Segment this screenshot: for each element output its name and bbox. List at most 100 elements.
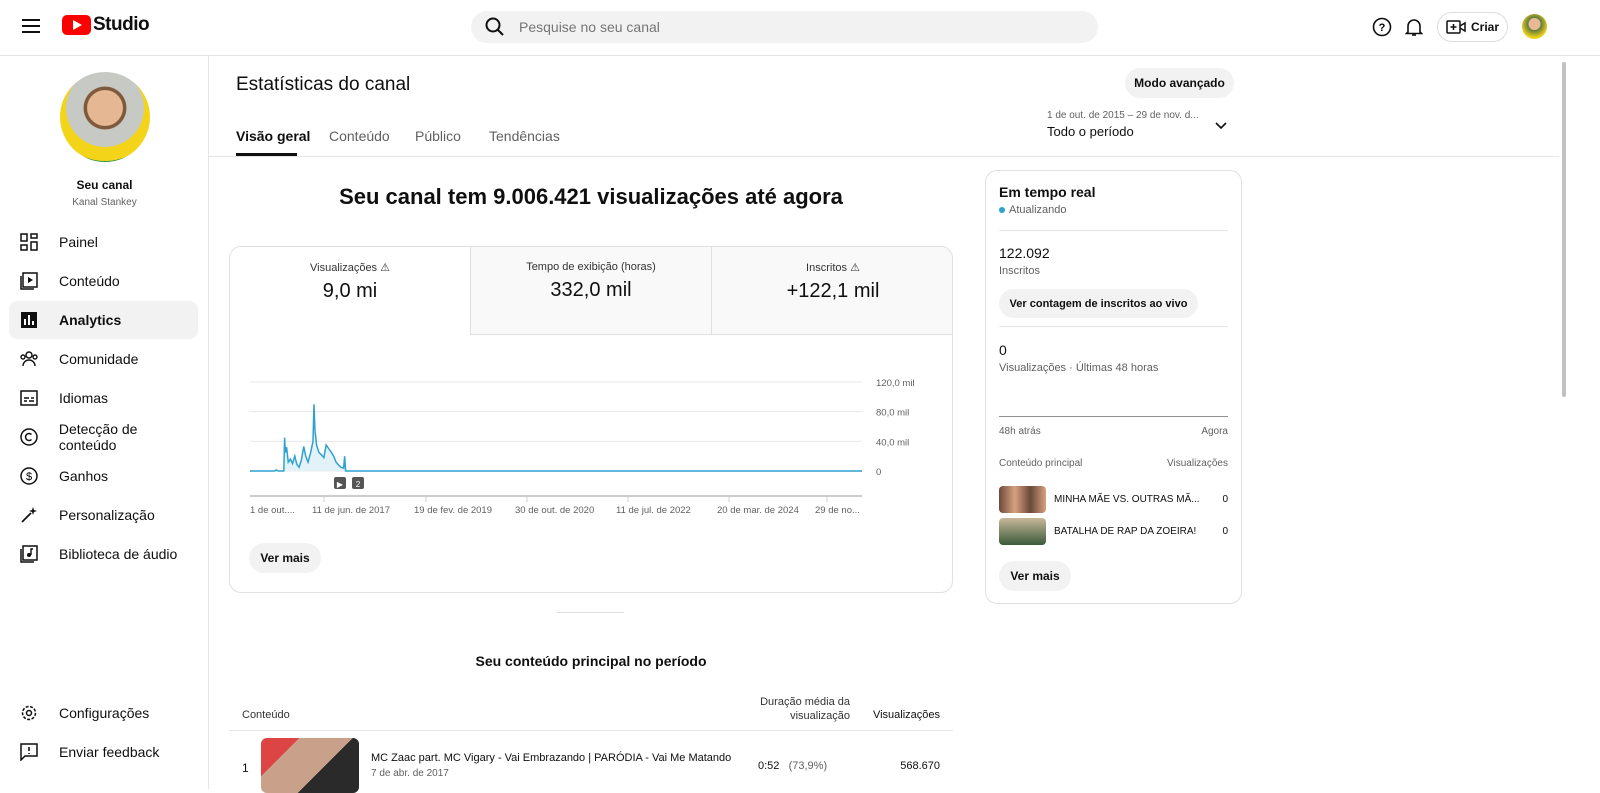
video-views: 0 [1222,494,1228,505]
account-avatar[interactable] [1522,14,1547,39]
video-camera-plus-icon [1446,20,1466,34]
scrollbar-thumb[interactable] [1562,62,1566,397]
realtime-item[interactable]: MINHA MÃE VS. OUTRAS MÃ... 0 [999,486,1228,514]
sidebar-item-comunidade[interactable]: Comunidade [9,340,198,378]
studio-logo[interactable]: Studio [62,14,150,36]
subtitles-icon [19,388,39,408]
sidebar-item-personalizacao[interactable]: Personalização [9,496,198,534]
notifications-bell-icon[interactable] [1405,17,1423,37]
top-bar: Studio ? Criar [0,0,1600,56]
period-text: Todo o período [1047,124,1134,139]
tab-tendencias[interactable]: Tendências [489,128,560,144]
x-tick-label: 11 de jun. de 2017 [312,505,390,516]
realtime-title: Em tempo real [999,184,1096,200]
column-header-views[interactable]: Visualizações [870,709,940,721]
channel-avatar[interactable] [60,72,150,162]
views-area [250,404,862,471]
views-chart[interactable]: 120,0 mil 80,0 mil 40,0 mil 0 1 de out.... 11… [230,247,953,593]
nav-label: Conteúdo [59,273,120,289]
create-label: Criar [1470,20,1499,34]
x-tick-label: 11 de jul. de 2022 [616,505,691,516]
dollar-icon: $ [19,466,39,486]
video-marker-label: 2 [356,480,361,489]
realtime-chart-baseline [999,416,1228,417]
sidebar-item-feedback[interactable]: Enviar feedback [9,733,198,771]
y-tick-label: 120,0 mil [876,378,915,389]
chevron-down-icon [1215,122,1227,130]
video-views: 568.670 [900,760,940,772]
realtime-see-more-button[interactable]: Ver mais [999,561,1071,591]
nav-label: Personalização [59,507,155,523]
nav-label: Detecção de conteúdo [58,421,138,453]
create-button[interactable]: Criar [1437,12,1508,42]
date-range-selector[interactable]: 1 de out. de 2015 – 29 de nov. d... Todo… [1047,110,1237,144]
column-content: Conteúdo principal [999,458,1083,469]
video-title[interactable]: MC Zaac part. MC Vigary - Vai Embrazando… [371,752,731,764]
video-marker-label: ▶ [337,480,344,489]
sidebar-item-configuracoes[interactable]: Configurações [9,694,198,732]
table-row[interactable]: 1 MC Zaac part. MC Vigary - Vai Embrazan… [229,731,953,793]
nav-label: Painel [59,234,98,250]
search-bar[interactable] [471,11,1098,43]
nav-label: Comunidade [59,351,139,367]
video-title: MINHA MÃE VS. OUTRAS MÃ... [1054,494,1200,505]
advanced-mode-button[interactable]: Modo avançado [1125,68,1234,98]
scrollbar[interactable] [1559,56,1569,789]
channel-name: Kanal Stankey [72,197,137,208]
y-tick-label: 40,0 mil [876,437,909,448]
community-icon [19,349,39,369]
column-header-duration[interactable]: Duração média da visualização [740,695,850,723]
menu-icon[interactable] [21,16,41,36]
tab-visao-geral[interactable]: Visão geral [236,128,310,144]
video-thumbnail [999,518,1046,545]
svg-text:?: ? [1379,22,1386,34]
video-thumbnail [999,486,1046,513]
axis-right-label: Agora [1201,426,1228,437]
tabs-divider [209,156,1559,157]
x-tick-label: 29 de no... [815,505,860,516]
column-header-content: Conteúdo [242,709,290,721]
realtime-status: Atualizando [1009,204,1067,216]
tab-publico[interactable]: Público [415,128,461,144]
row-rank: 1 [242,761,249,775]
video-thumbnail[interactable] [261,738,359,793]
sidebar-item-conteudo[interactable]: Conteúdo [9,262,198,300]
axis-left-label: 48h atrás [999,426,1041,437]
y-tick-label: 0 [876,467,881,478]
sidebar-item-biblioteca-audio[interactable]: Biblioteca de áudio [9,535,198,573]
help-icon[interactable]: ? [1372,17,1392,37]
sidebar-item-ganhos[interactable]: $ Ganhos [9,457,198,495]
realtime-views-value: 0 [999,342,1007,358]
logo-text: Studio [93,14,150,35]
sidebar-item-idiomas[interactable]: Idiomas [9,379,198,417]
nav-label: Idiomas [59,390,109,406]
see-more-button[interactable]: Ver mais [249,543,321,573]
x-tick-label: 20 de mar. de 2024 [717,505,799,516]
overview-card: Visualizações ⚠ 9,0 mi Tempo de exibição … [229,246,953,593]
views-line [250,404,862,472]
subscribers-value: 122.092 [999,245,1050,261]
sidebar-item-deteccao[interactable]: Detecção de conteúdo [9,418,198,456]
search-input[interactable] [519,19,1019,35]
sidebar-item-painel[interactable]: Painel [9,223,198,261]
subscribers-label: Inscritos [999,265,1040,277]
live-subscriber-count-button[interactable]: Ver contagem de inscritos ao vivo [999,289,1198,318]
avg-percentage: (73,9%) [788,760,828,772]
realtime-views-label: Visualizações · Últimas 48 horas [999,362,1159,374]
nav-label: Ganhos [59,468,109,484]
x-tick-label: 30 de out. de 2020 [515,505,594,516]
sidebar: Seu canal Kanal Stankey Painel Conteúdo … [0,56,209,789]
audio-library-icon [19,544,39,564]
divider [557,612,624,613]
avg-duration: 0:52 [758,760,780,772]
live-dot-icon [999,207,1005,213]
realtime-card: Em tempo real Atualizando 122.092 Inscri… [985,170,1242,604]
x-tick-label: 19 de fev. de 2019 [414,505,492,516]
nav-label: Configurações [59,705,150,721]
tab-conteudo[interactable]: Conteúdo [329,128,390,144]
sidebar-item-analytics[interactable]: Analytics [9,301,198,339]
dashboard-icon [19,232,39,252]
magic-wand-icon [19,505,39,525]
svg-text:$: $ [26,471,32,483]
realtime-item[interactable]: BATALHA DE RAP DA ZOEIRA! 0 [999,518,1228,546]
